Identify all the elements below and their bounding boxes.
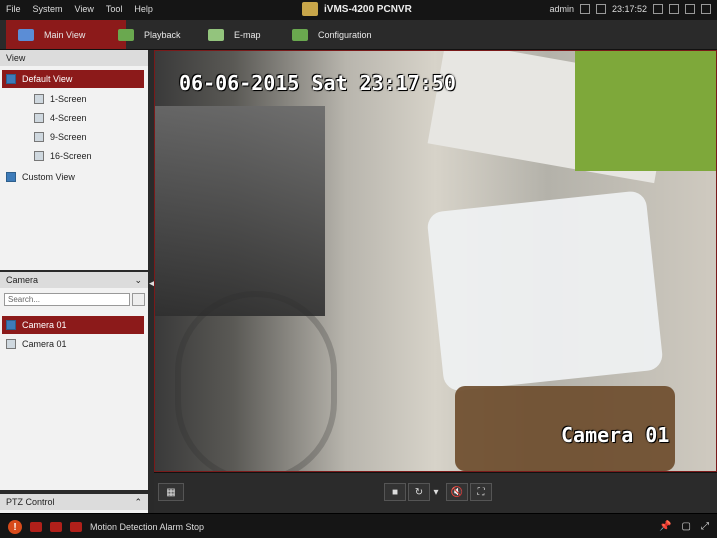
audio-icon[interactable] — [70, 522, 82, 532]
video-timestamp: 06-06-2015 Sat 23:17:50 — [179, 71, 456, 95]
dropdown-arrow-icon[interactable]: ▾ — [431, 483, 441, 501]
app-logo-icon — [302, 2, 318, 16]
event-icon[interactable] — [50, 522, 62, 532]
menu-file[interactable]: File — [6, 4, 21, 14]
video-green-box — [575, 51, 716, 171]
view-item-label: 9-Screen — [50, 132, 87, 142]
camera-panel-title: Camera — [6, 275, 39, 285]
expand-icon[interactable]: ⤢ — [701, 521, 709, 532]
view-panel-title: View — [6, 53, 26, 63]
view-item-default-view[interactable]: Default View — [2, 70, 144, 88]
tab-main-view-label: Main View — [44, 29, 86, 40]
view-item-label: 16-Screen — [50, 151, 92, 161]
ptz-panel-title: PTZ Control — [6, 497, 55, 507]
video-camera-label: Camera 01 — [561, 423, 670, 447]
ptz-panel: PTZ Control ⌃ — [0, 494, 148, 513]
tab-e-map-label: E-map — [234, 29, 261, 40]
tab-e-map[interactable]: E-map — [196, 20, 276, 49]
left-panel: ◀ View Default View 1-Screen 4-Screen 9-… — [0, 50, 156, 513]
status-bar: ! Motion Detection Alarm Stop 📌 ▢ ⤢ — [0, 513, 717, 538]
minimize-icon[interactable] — [669, 4, 679, 14]
screen-4-icon — [34, 113, 44, 123]
status-left: ! Motion Detection Alarm Stop — [8, 520, 204, 534]
fullscreen-button[interactable]: ⛶ — [470, 483, 492, 501]
view-panel-header: View — [0, 50, 148, 66]
view-item-16-screen[interactable]: 16-Screen — [34, 147, 92, 165]
view-item-label: 1-Screen — [50, 94, 87, 104]
user-name: admin — [549, 4, 574, 14]
alert-icon[interactable]: ! — [8, 520, 22, 534]
menu-bar: File System View Tool Help iVMS-4200 PCN… — [0, 0, 717, 20]
ptz-panel-header[interactable]: PTZ Control ⌃ — [0, 494, 148, 510]
live-video-pane[interactable]: 06-06-2015 Sat 23:17:50 Camera 01 — [154, 50, 717, 472]
menu-help[interactable]: Help — [134, 4, 153, 14]
camera-item[interactable]: Camera 01 — [6, 335, 67, 353]
tab-playback-label: Playback — [144, 29, 181, 40]
video-bike — [175, 291, 337, 471]
camera-item-label: Camera 01 — [22, 339, 67, 349]
chevron-up-icon[interactable]: ⌃ — [134, 497, 142, 508]
video-shelves — [155, 106, 325, 316]
camera-panel-header: Camera ⌄ — [0, 272, 148, 288]
view-item-custom-view[interactable]: Custom View — [6, 168, 75, 186]
network-icon — [595, 4, 606, 14]
screen-layout-button[interactable]: ▦ — [158, 483, 184, 501]
module-tabbar: Main View Playback E-map Configuration — [0, 20, 717, 50]
view-item-label: 4-Screen — [50, 113, 87, 123]
tab-playback[interactable]: Playback — [106, 20, 194, 49]
status-right: 📌 ▢ ⤢ — [659, 521, 709, 532]
system-tray: admin 23:17:52 — [549, 4, 711, 14]
video-crate — [426, 189, 664, 393]
mute-button[interactable]: 🔇 — [446, 483, 468, 501]
lock-icon[interactable] — [653, 4, 663, 14]
chevron-down-icon[interactable]: ⌄ — [134, 275, 142, 286]
pin-icon[interactable]: 📌 — [659, 521, 671, 532]
video-control-bar: ▦ ■ ↻ ▾ 🔇 ⛶ — [154, 472, 717, 514]
status-message: Motion Detection Alarm Stop — [90, 522, 205, 532]
screen-9-icon — [34, 132, 44, 142]
view-item-1-screen[interactable]: 1-Screen — [34, 90, 87, 108]
alarm-icon[interactable] — [30, 522, 42, 532]
camera-icon — [6, 339, 16, 349]
custom-view-icon — [6, 172, 16, 182]
view-item-label: Default View — [22, 74, 73, 84]
playback-icon — [118, 28, 134, 41]
camera-item-selected[interactable]: Camera 01 — [2, 316, 144, 334]
camera-item-label: Camera 01 — [22, 320, 67, 330]
search-icon[interactable] — [132, 293, 145, 306]
refresh-button[interactable]: ↻ — [408, 483, 430, 501]
menu-tool[interactable]: Tool — [106, 4, 123, 14]
view-folder-icon — [6, 74, 16, 84]
menu-view[interactable]: View — [75, 4, 94, 14]
camera-search-placeholder: Search... — [8, 295, 41, 304]
app-title: iVMS-4200 PCNVR — [302, 2, 412, 16]
stop-button[interactable]: ■ — [384, 483, 406, 501]
window-icon[interactable]: ▢ — [682, 521, 691, 532]
view-item-9-screen[interactable]: 9-Screen — [34, 128, 87, 146]
emap-icon — [208, 28, 224, 41]
camera-icon — [6, 320, 16, 330]
view-panel: View Default View 1-Screen 4-Screen 9-Sc… — [0, 50, 148, 270]
camera-search-input[interactable]: Search... — [4, 293, 130, 306]
view-item-4-screen[interactable]: 4-Screen — [34, 109, 87, 127]
tab-configuration[interactable]: Configuration — [280, 20, 400, 49]
view-item-label: Custom View — [22, 172, 75, 182]
tab-configuration-label: Configuration — [318, 29, 372, 40]
cpu-icon — [579, 4, 590, 14]
app-title-text: iVMS-4200 PCNVR — [324, 3, 412, 15]
close-icon[interactable] — [701, 4, 711, 14]
maximize-icon[interactable] — [685, 4, 695, 14]
menu-system[interactable]: System — [33, 4, 63, 14]
screen-16-icon — [34, 151, 44, 161]
main-menu: File System View Tool Help — [6, 4, 153, 14]
screen-1-icon — [34, 94, 44, 104]
main-view-icon — [18, 28, 34, 41]
clock-time: 23:17:52 — [611, 4, 647, 14]
configuration-icon — [292, 28, 308, 41]
